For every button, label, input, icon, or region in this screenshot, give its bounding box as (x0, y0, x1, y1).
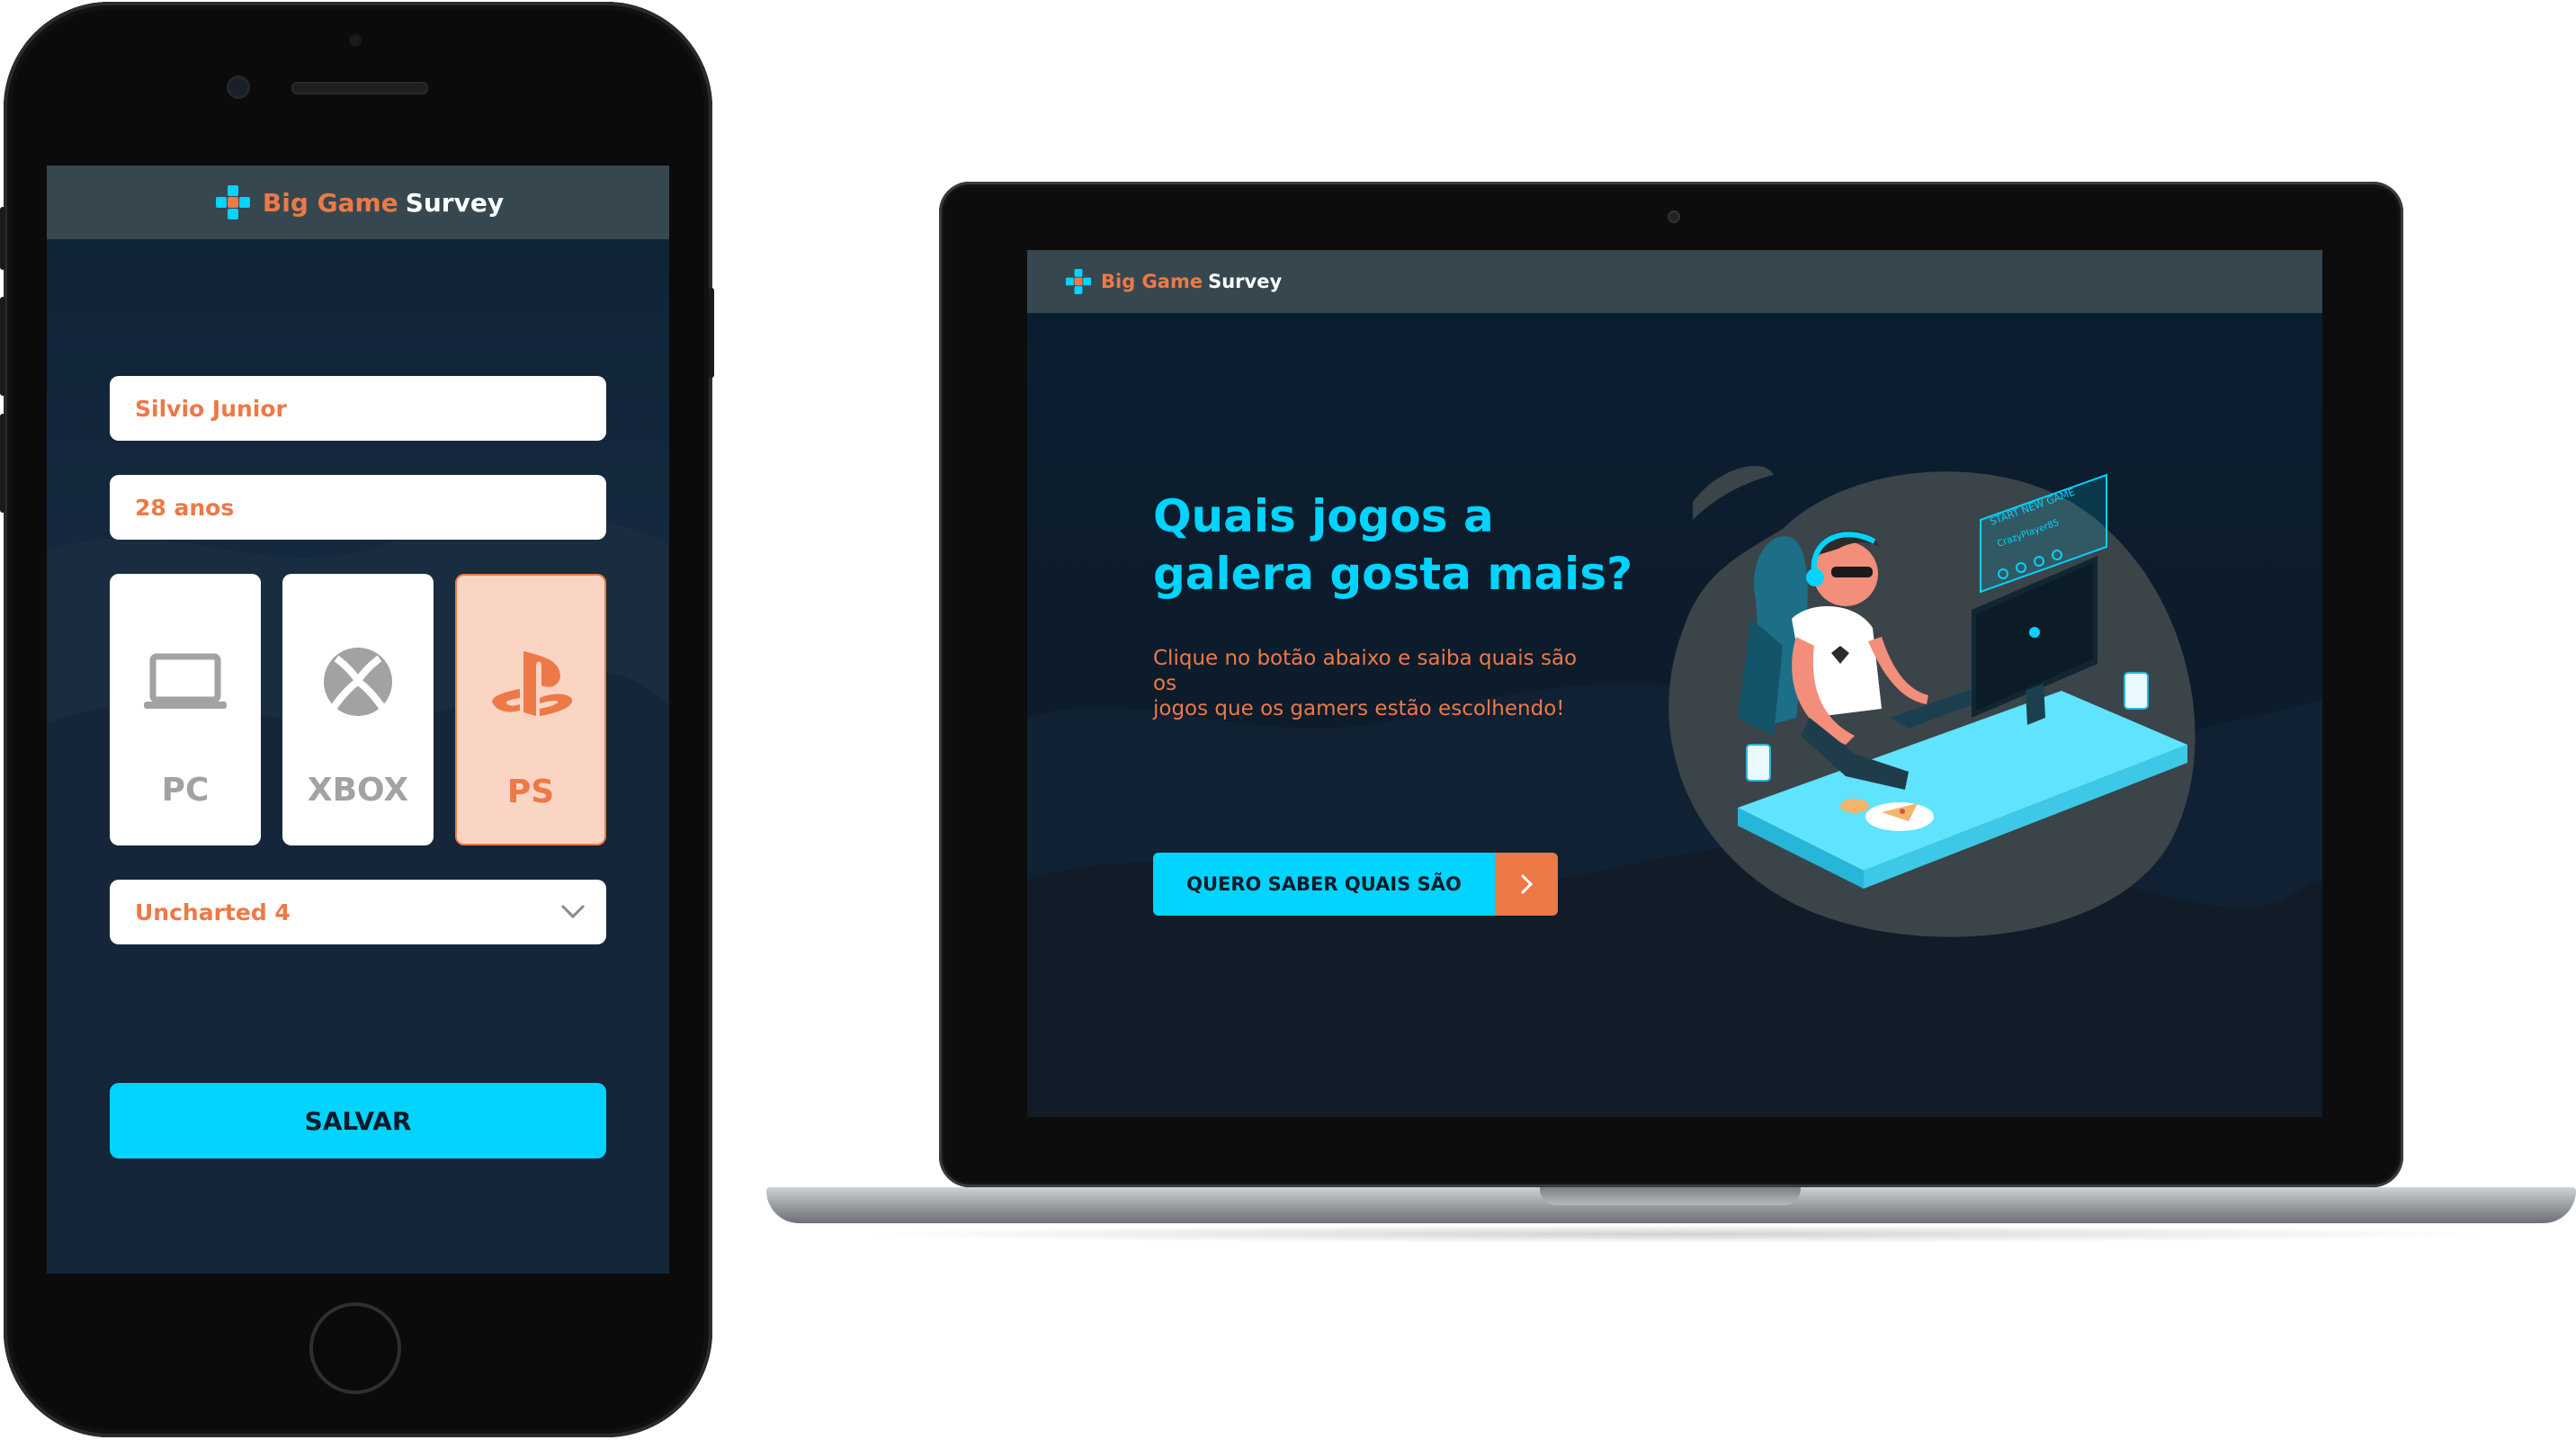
logo-big-text: Big Game (1101, 271, 1203, 292)
hero-subtitle-line2: jogos que os gamers estão escolhendo! (1153, 697, 1565, 720)
phone-home-button[interactable] (309, 1302, 401, 1394)
platform-label-pc: PC (161, 772, 210, 809)
platform-card-ps[interactable]: PS (455, 574, 606, 845)
phone-camera (227, 76, 250, 99)
hero-subtitle-line1: Clique no botão abaixo e saiba quais são… (1153, 647, 1578, 695)
cta-label: QUERO SABER QUAIS SÃO (1153, 853, 1495, 916)
phone-sensor (349, 34, 362, 47)
hero-title: Quais jogos a galera gosta mais? (1153, 487, 1657, 603)
gamer-illustration: START NEW GAME CrazyPlayer85 (1668, 466, 2196, 937)
laptop-camera (1668, 210, 1680, 223)
logo-survey-text: Survey (1208, 271, 1283, 292)
xbox-icon (324, 648, 392, 716)
platform-label-ps: PS (506, 774, 555, 810)
gamepad-logo-icon (215, 185, 250, 219)
logo-big-text: Big Game (262, 187, 398, 218)
app-header: Big Game Survey (47, 165, 669, 239)
chevron-down-icon (560, 904, 586, 919)
name-input[interactable]: Silvio Junior (110, 376, 606, 441)
phone-speaker (291, 82, 428, 94)
platform-card-xbox[interactable]: XBOX (282, 574, 434, 845)
chevron-right-icon (1495, 853, 1558, 916)
game-select[interactable]: Uncharted 4 (110, 880, 606, 944)
phone-volume-up (0, 297, 5, 396)
app-header: Big Game Survey (1027, 250, 2322, 313)
hero-title-line1: Quais jogos a (1153, 490, 1494, 542)
hero-title-line2: galera gosta mais? (1153, 548, 1633, 600)
platform-card-pc[interactable]: PC (110, 574, 261, 845)
phone-volume-down (0, 414, 5, 513)
laptop-icon (144, 653, 227, 709)
cta-button[interactable]: QUERO SABER QUAIS SÃO (1153, 853, 1558, 916)
laptop-screen: Big Game Survey Quais jogos a galera gos… (1027, 250, 2322, 1117)
platform-label-xbox: XBOX (307, 772, 409, 809)
hero-subtitle: Clique no botão abaixo e saiba quais são… (1153, 646, 1603, 721)
phone-screen: Big Game Survey Silvio Junior 28 anos PC… (47, 165, 669, 1274)
game-select-value: Uncharted 4 (135, 899, 291, 926)
gamepad-logo-icon (1065, 268, 1092, 295)
phone-power-button (709, 288, 714, 378)
save-button[interactable]: SALVAR (110, 1083, 606, 1158)
phone-mute-switch (0, 207, 5, 270)
logo-survey-text: Survey (405, 187, 505, 218)
age-input[interactable]: 28 anos (110, 475, 606, 540)
laptop-shadow (845, 1225, 2500, 1243)
playstation-icon (492, 651, 573, 716)
laptop-notch (1540, 1187, 1801, 1205)
